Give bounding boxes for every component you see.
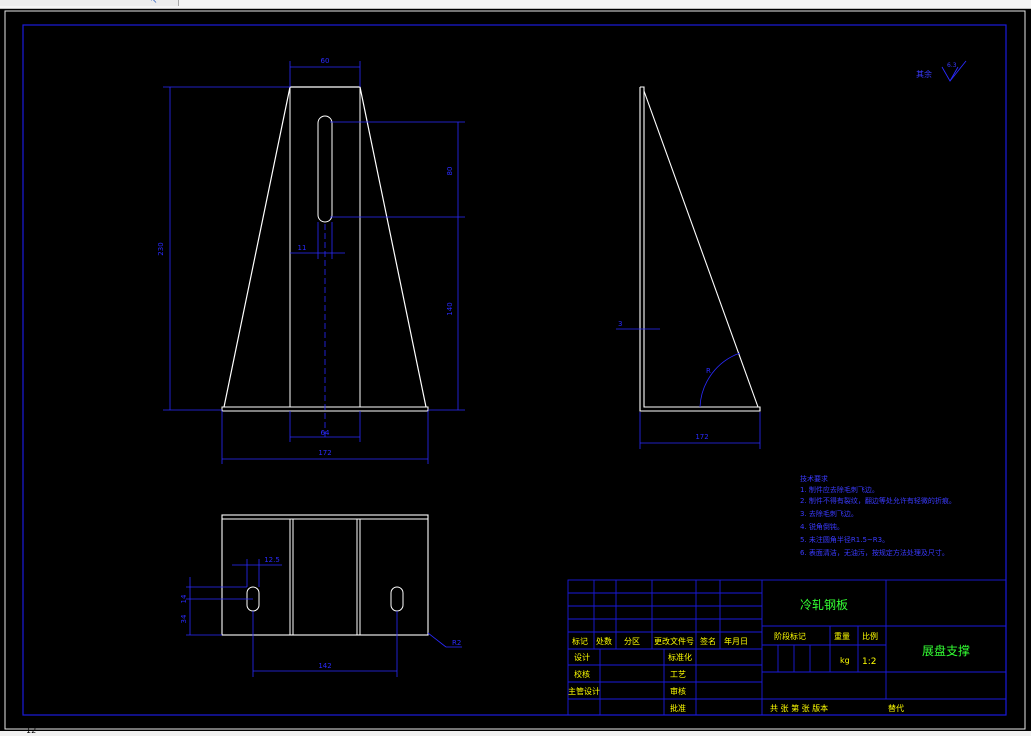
roughness-label: 其余 [916,69,932,79]
dim-corner-label: R2 [452,639,461,647]
drawing-svg: 60 230 80 140 11 64 172 3 R 172 12.5 14 … [4,10,1026,730]
row-chief: 主管设计 [568,686,600,696]
hdr-docno: 更改文件号 [654,636,694,646]
row-craft: 工艺 [670,670,686,679]
tech-note-6: 6. 表面清洁，无油污，按规定方法处理及尺寸。 [800,548,949,557]
tech-note-2: 2. 制件不得有裂纹，翻边等处允许有轻微的折痕。 [800,496,956,505]
tech-notes: 技术要求 1. 制件应去除毛刺飞边。 2. 制件不得有裂纹，翻边等处允许有轻微的… [800,474,956,557]
weight-unit: kg [840,656,850,665]
dim-lower-label: 140 [446,302,454,315]
replace-label: 替代 [888,703,904,713]
dim-base-inner-label: 64 [321,429,330,437]
scale-value: 1:2 [862,657,876,667]
tech-note-1: 1. 制件应去除毛刺飞边。 [800,485,879,494]
row-review: 审核 [670,686,686,696]
hdr-weight: 重量 [834,631,850,641]
front-dim-labels: 60 230 80 140 11 64 172 [157,57,454,457]
dim-slot-width-label: 11 [298,244,307,252]
hdr-count: 处数 [596,636,612,646]
dim-radius-label: R [706,367,711,375]
status-bar: 12 [0,726,1031,736]
hdr-mark: 标记 [572,636,588,646]
roughness-symbol: 其余 6.3 [916,60,967,82]
row-check: 校核 [574,669,590,679]
dim-slot-length-label: 80 [446,167,454,176]
hdr-zone: 分区 [624,637,640,646]
status-text: 12 [26,726,37,735]
cursor-icon[interactable]: ↖ [150,0,158,6]
top-slot-right [390,586,404,612]
tech-note-3: 3. 去除毛刺飞边。 [800,509,858,518]
roughness-value: 6.3 [947,62,957,69]
dim-pitch-label: 142 [318,662,331,670]
front-dimensions [163,61,465,464]
hdr-stage: 阶段标记 [774,631,806,641]
dim-height-label: 230 [157,242,165,255]
front-slot [317,115,333,223]
top-dimensions [186,559,462,677]
sheets-label: 共 张 第 张 版本 [770,703,828,713]
dim-thickness-label: 3 [618,320,622,328]
hdr-date: 年月日 [724,636,748,646]
material-label: 冷轧钢板 [800,598,848,612]
drawing-canvas[interactable]: 60 230 80 140 11 64 172 3 R 172 12.5 14 … [0,9,1031,731]
dim-slot-top-label: 12.5 [264,556,280,564]
row-standard: 标准化 [668,652,692,662]
tech-notes-title: 技术要求 [800,474,828,483]
side-dimensions [616,328,761,449]
row-approve: 批准 [670,703,686,713]
hdr-sign: 签名 [700,636,716,646]
side-dim-labels: 3 R 172 [618,320,711,441]
side-diagonal [643,90,759,408]
hdr-scale: 比例 [862,631,878,641]
dim-b-label: 34 [180,614,188,623]
title-block-text: 冷轧钢板 展盘支撑 阶段标记 重量 比例 kg 1:2 标记 处数 分区 更改文… [568,598,970,713]
drawing-frame [22,24,1007,716]
row-design: 设计 [574,652,590,662]
dim-base-width-label: 172 [318,449,331,457]
top-toolbar: ↖ [0,0,1031,9]
tech-note-4: 4. 锐角倒钝。 [800,522,844,531]
tech-note-5: 5. 未注圆角半径R1.5~R3。 [800,535,889,544]
dim-top-label: 60 [321,57,330,65]
part-name-label: 展盘支撑 [922,643,970,658]
side-view [639,86,761,412]
dim-depth-label: 172 [695,433,708,441]
dim-a-label: 14 [180,594,188,603]
outer-border [4,10,1026,730]
